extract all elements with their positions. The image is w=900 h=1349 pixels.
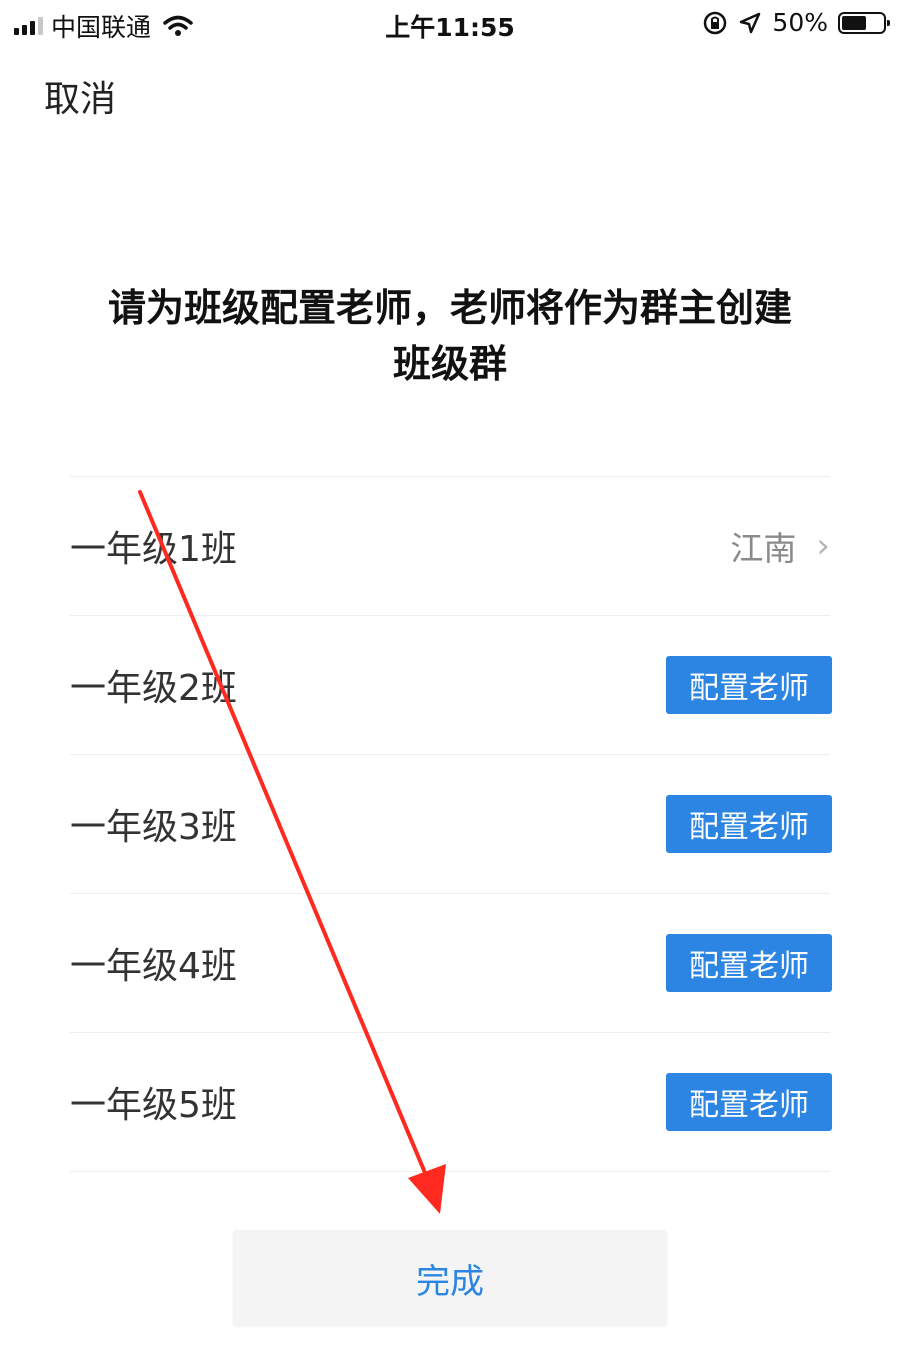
status-bar: 中国联通 上午11:55 50% — [0, 0, 900, 46]
configure-teacher-button[interactable]: 配置老师 — [666, 795, 832, 853]
class-name: 一年级4班 — [70, 946, 237, 987]
battery-percent: 50% — [772, 8, 828, 37]
class-name: 一年级2班 — [70, 668, 237, 709]
class-row-1[interactable]: 一年级1班 江南 › — [70, 477, 830, 616]
class-row-4: 一年级4班 配置老师 — [70, 894, 832, 1033]
class-name: 一年级1班 — [70, 529, 237, 570]
teacher-name: 江南 — [730, 529, 797, 568]
location-icon — [740, 12, 761, 33]
configure-teacher-button[interactable]: 配置老师 — [666, 934, 832, 992]
class-row-5: 一年级5班 配置老师 — [70, 1033, 832, 1172]
class-name: 一年级5班 — [70, 1085, 237, 1126]
configure-teacher-button[interactable]: 配置老师 — [666, 1073, 832, 1131]
done-button[interactable]: 完成 — [233, 1230, 667, 1326]
page-title-line-2: 班级群 — [392, 342, 507, 386]
class-list: 一年级1班 江南 › 一年级2班 配置老师 一年级3班 配置老师 一年级4班 配… — [70, 476, 832, 1172]
orientation-lock-icon — [704, 11, 727, 34]
class-row-3: 一年级3班 配置老师 — [70, 755, 832, 894]
chevron-right-icon: › — [816, 526, 830, 566]
page-title: 请为班级配置老师，老师将作为群主创建 班级群 — [60, 280, 840, 392]
class-row-2: 一年级2班 配置老师 — [70, 616, 832, 755]
battery-icon — [838, 11, 890, 34]
class-name: 一年级3班 — [70, 807, 237, 848]
cancel-button[interactable]: 取消 — [44, 70, 116, 122]
configure-teacher-button[interactable]: 配置老师 — [666, 656, 832, 714]
assigned-teacher[interactable]: 江南 › — [730, 522, 830, 570]
status-right: 50% — [702, 8, 890, 37]
page-title-line-1: 请为班级配置老师，老师将作为群主创建 — [107, 286, 792, 330]
